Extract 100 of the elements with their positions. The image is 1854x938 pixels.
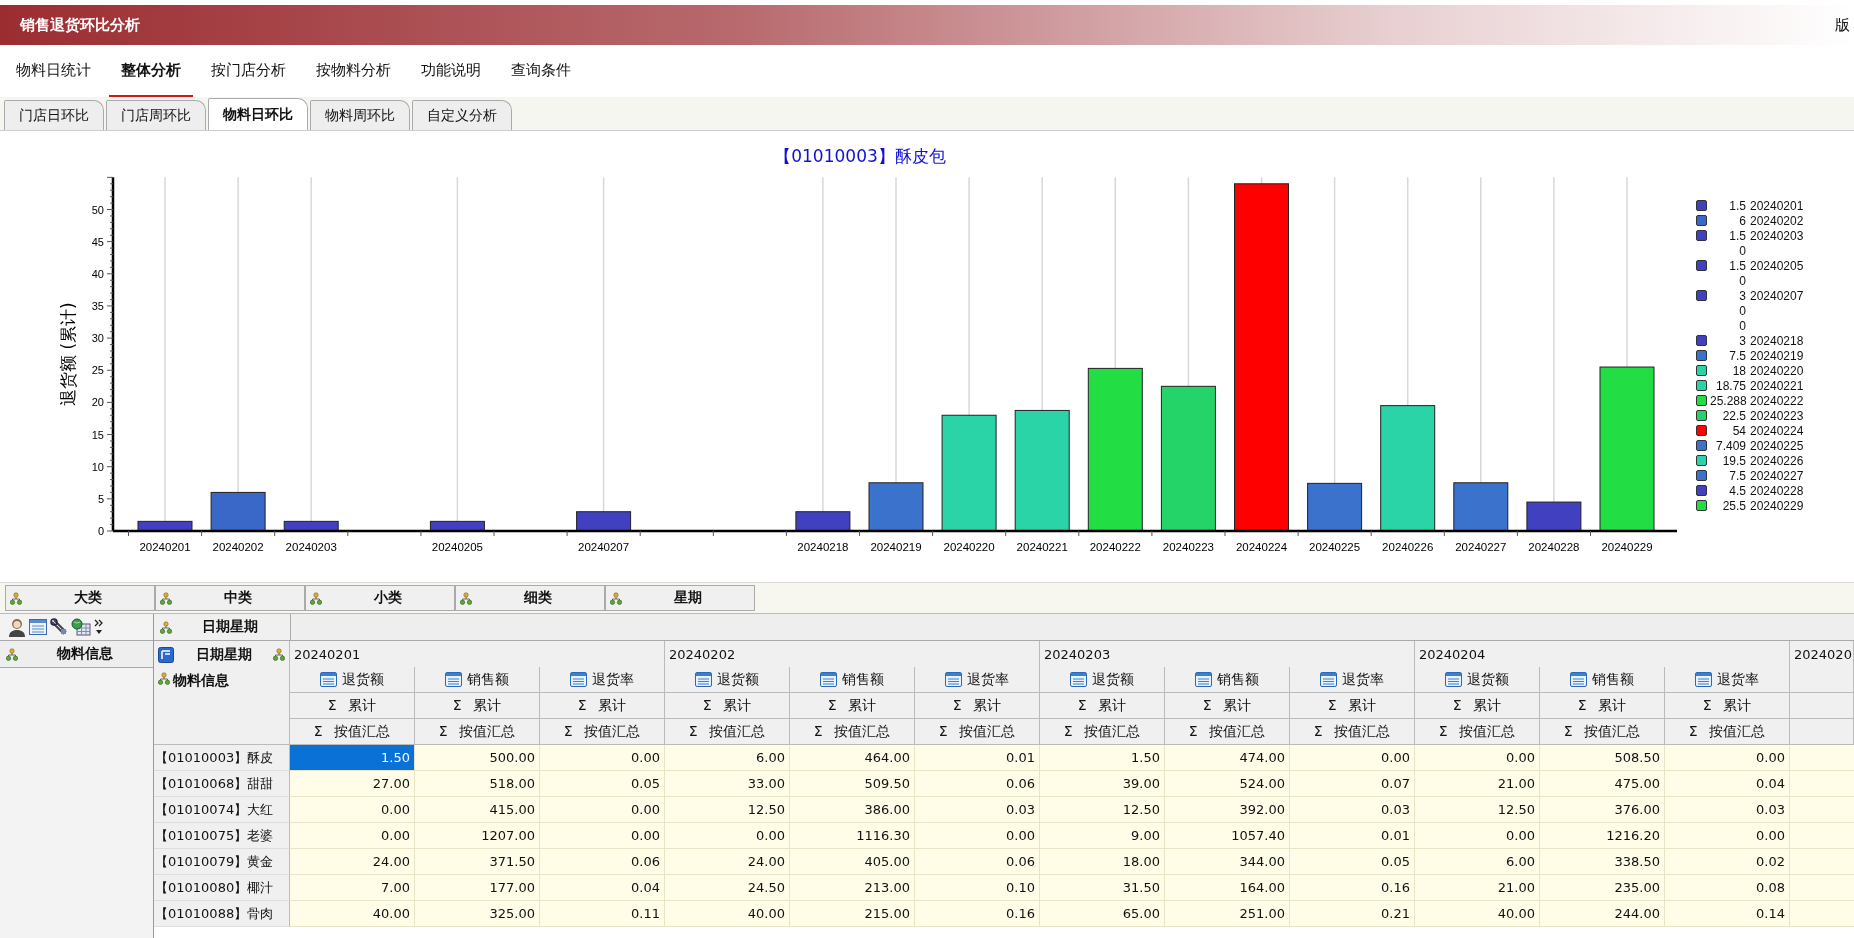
table-cell[interactable]: 0.01	[1290, 823, 1415, 849]
menu-tab[interactable]: 按门店分析	[199, 45, 298, 97]
table-cell[interactable]: 1116.30	[790, 823, 915, 849]
table-cell[interactable]: 415.00	[415, 797, 540, 823]
table-cell[interactable]: 0.21	[1290, 901, 1415, 927]
table-cell[interactable]: 0.03	[1290, 797, 1415, 823]
table-cell[interactable]: 1.50	[1040, 745, 1165, 771]
measure-header[interactable]: 销售额	[790, 667, 915, 693]
table-cell[interactable]: 6.00	[1415, 849, 1540, 875]
list-view-icon[interactable]	[29, 618, 47, 636]
measure-header[interactable]: 退货率	[1290, 667, 1415, 693]
table-cell[interactable]: 18.00	[1040, 849, 1165, 875]
table-cell[interactable]: 0.07	[1290, 771, 1415, 797]
table-cell[interactable]: 27.00	[290, 771, 415, 797]
table-cell[interactable]: 235.00	[1540, 875, 1665, 901]
table-cell[interactable]: 244.00	[1540, 901, 1665, 927]
filter-field-chip[interactable]: 小类	[305, 585, 455, 611]
table-cell[interactable]: 464.00	[790, 745, 915, 771]
table-cell[interactable]: 0.05	[540, 771, 665, 797]
table-cell[interactable]: 0.11	[540, 901, 665, 927]
measure-header[interactable]: 退货率	[915, 667, 1040, 693]
table-cell[interactable]: 0.16	[915, 901, 1040, 927]
table-cell[interactable]: 24.00	[665, 849, 790, 875]
table-cell[interactable]: 508.50	[1540, 745, 1665, 771]
table-cell[interactable]: 0.06	[915, 771, 1040, 797]
table-cell[interactable]: 1216.20	[1540, 823, 1665, 849]
table-cell[interactable]: 0.00	[1665, 745, 1790, 771]
table-cell[interactable]: 386.00	[790, 797, 915, 823]
row-header[interactable]: 【01010079】黄金	[154, 849, 290, 875]
table-cell[interactable]: 0.00	[540, 823, 665, 849]
table-cell[interactable]: 0.06	[540, 849, 665, 875]
table-cell[interactable]: 0.01	[915, 745, 1040, 771]
table-cell[interactable]: 31.50	[1040, 875, 1165, 901]
sub-tab[interactable]: 物料周环比	[310, 100, 410, 130]
table-cell[interactable]: 0.00	[1290, 745, 1415, 771]
row-header[interactable]: 【01010068】甜甜	[154, 771, 290, 797]
table-cell[interactable]: 24.50	[665, 875, 790, 901]
filter-field-chip[interactable]: 大类	[5, 585, 155, 611]
table-cell[interactable]: 40.00	[665, 901, 790, 927]
measure-header[interactable]: 退货额	[1415, 667, 1540, 693]
menu-tab[interactable]: 按物料分析	[304, 45, 403, 97]
table-cell[interactable]: 164.00	[1165, 875, 1290, 901]
table-cell[interactable]: 0.00	[915, 823, 1040, 849]
row-header[interactable]: 【01010075】老婆	[154, 823, 290, 849]
table-cell[interactable]: 475.00	[1540, 771, 1665, 797]
table-cell[interactable]: 1057.40	[1165, 823, 1290, 849]
table-cell[interactable]: 0.04	[1665, 771, 1790, 797]
table-cell[interactable]: 0.00	[665, 823, 790, 849]
table-cell[interactable]: 509.50	[790, 771, 915, 797]
filter-field-chip[interactable]: 细类	[455, 585, 605, 611]
row-field-chip[interactable]: 物料信息	[0, 641, 153, 668]
measure-header[interactable]: 退货额	[290, 667, 415, 693]
table-cell[interactable]: 21.00	[1415, 771, 1540, 797]
table-cell[interactable]: 0.03	[915, 797, 1040, 823]
table-cell[interactable]: 39.00	[1040, 771, 1165, 797]
table-cell[interactable]: 215.00	[790, 901, 915, 927]
row-header[interactable]: 【01010080】椰汁	[154, 875, 290, 901]
table-cell[interactable]: 40.00	[1415, 901, 1540, 927]
table-cell[interactable]: 0.04	[540, 875, 665, 901]
table-cell[interactable]: 0.00	[290, 797, 415, 823]
table-cell[interactable]: 21.00	[1415, 875, 1540, 901]
measure-header[interactable]: 销售额	[1540, 667, 1665, 693]
table-cell[interactable]: 0.08	[1665, 875, 1790, 901]
table-cell[interactable]: 0.00	[540, 745, 665, 771]
menu-tab[interactable]: 查询条件	[499, 45, 583, 97]
filter-field-chip[interactable]: 中类	[155, 585, 305, 611]
table-cell[interactable]: 1207.00	[415, 823, 540, 849]
filter-field-chip[interactable]: 星期	[605, 585, 755, 611]
table-globe-icon[interactable]	[71, 618, 91, 636]
table-cell[interactable]: 7.00	[290, 875, 415, 901]
table-cell[interactable]: 0.10	[915, 875, 1040, 901]
table-cell[interactable]: 177.00	[415, 875, 540, 901]
table-cell[interactable]: 0.05	[1290, 849, 1415, 875]
row-header[interactable]: 【01010003】酥皮	[154, 745, 290, 771]
table-cell[interactable]: 24.00	[290, 849, 415, 875]
table-cell[interactable]: 0.06	[915, 849, 1040, 875]
sub-tab[interactable]: 自定义分析	[412, 100, 512, 130]
table-cell[interactable]: 251.00	[1165, 901, 1290, 927]
table-cell[interactable]: 392.00	[1165, 797, 1290, 823]
table-cell[interactable]: 376.00	[1540, 797, 1665, 823]
measure-header[interactable]: 退货率	[1665, 667, 1790, 693]
table-cell[interactable]: 474.00	[1165, 745, 1290, 771]
measure-header[interactable]: 退货额	[1040, 667, 1165, 693]
table-cell[interactable]: 0.14	[1665, 901, 1790, 927]
tool-icon[interactable]	[50, 618, 68, 636]
table-cell[interactable]: 0.00	[1415, 823, 1540, 849]
row-header[interactable]: 【01010074】大红	[154, 797, 290, 823]
row-header[interactable]: 【01010088】骨肉	[154, 901, 290, 927]
more-chevron-icon[interactable]	[94, 618, 104, 636]
table-cell[interactable]: 12.50	[1415, 797, 1540, 823]
table-cell[interactable]: 12.50	[665, 797, 790, 823]
table-cell[interactable]: 0.00	[290, 823, 415, 849]
table-cell[interactable]: 524.00	[1165, 771, 1290, 797]
table-cell[interactable]: 213.00	[790, 875, 915, 901]
menu-tab[interactable]: 功能说明	[409, 45, 493, 97]
table-cell[interactable]: 0.16	[1290, 875, 1415, 901]
table-cell[interactable]: 0.02	[1665, 849, 1790, 875]
table-cell[interactable]: 0.03	[1665, 797, 1790, 823]
sub-tab[interactable]: 门店日环比	[4, 100, 104, 130]
sub-tab[interactable]: 门店周环比	[106, 100, 206, 130]
